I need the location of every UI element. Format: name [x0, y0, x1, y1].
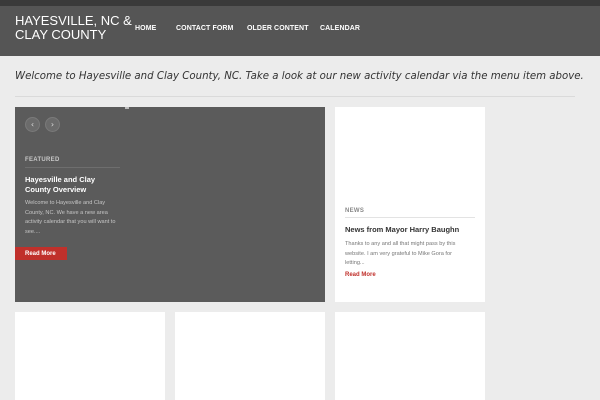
featured-title[interactable]: Hayesville and Clay County Overview [25, 175, 120, 195]
site-title[interactable]: HAYESVILLE, NC & CLAY COUNTY [15, 14, 133, 42]
nav-item-calendar[interactable]: CALENDAR [320, 25, 360, 32]
featured-category-rule [25, 167, 120, 168]
post-card [335, 312, 485, 400]
news-category-label: NEWS [345, 208, 365, 214]
divider [15, 96, 575, 97]
news-excerpt: Thanks to any and all that might pass by… [345, 241, 456, 267]
post-card [175, 312, 325, 400]
news-card: NEWS News from Mayor Harry Baughn Thanks… [335, 107, 485, 302]
featured-slider: ‹ › FEATURED Hayesville and Clay County … [15, 107, 325, 302]
featured-excerpt: Welcome to Hayesville and Clay County, N… [25, 200, 116, 235]
welcome-message: Welcome to Hayesville and Clay County, N… [15, 71, 584, 82]
news-read-more-link[interactable]: Read More [345, 272, 376, 278]
nav-item-contact-form[interactable]: CONTACT FORM [176, 25, 233, 32]
slider-notch [125, 107, 129, 109]
news-title[interactable]: News from Mayor Harry Baughn [345, 225, 480, 235]
news-category-rule [345, 217, 475, 218]
featured-read-more-button[interactable]: Read More [15, 247, 67, 260]
chevron-right-icon[interactable]: › [45, 117, 60, 132]
chevron-left-icon[interactable]: ‹ [25, 117, 40, 132]
nav-item-older-content[interactable]: OLDER CONTENT [247, 25, 309, 32]
featured-category-label: FEATURED [25, 157, 60, 163]
nav-item-home[interactable]: HOME [135, 25, 156, 32]
post-card [15, 312, 165, 400]
site-header: HAYESVILLE, NC & CLAY COUNTY HOME CONTAC… [0, 6, 600, 56]
